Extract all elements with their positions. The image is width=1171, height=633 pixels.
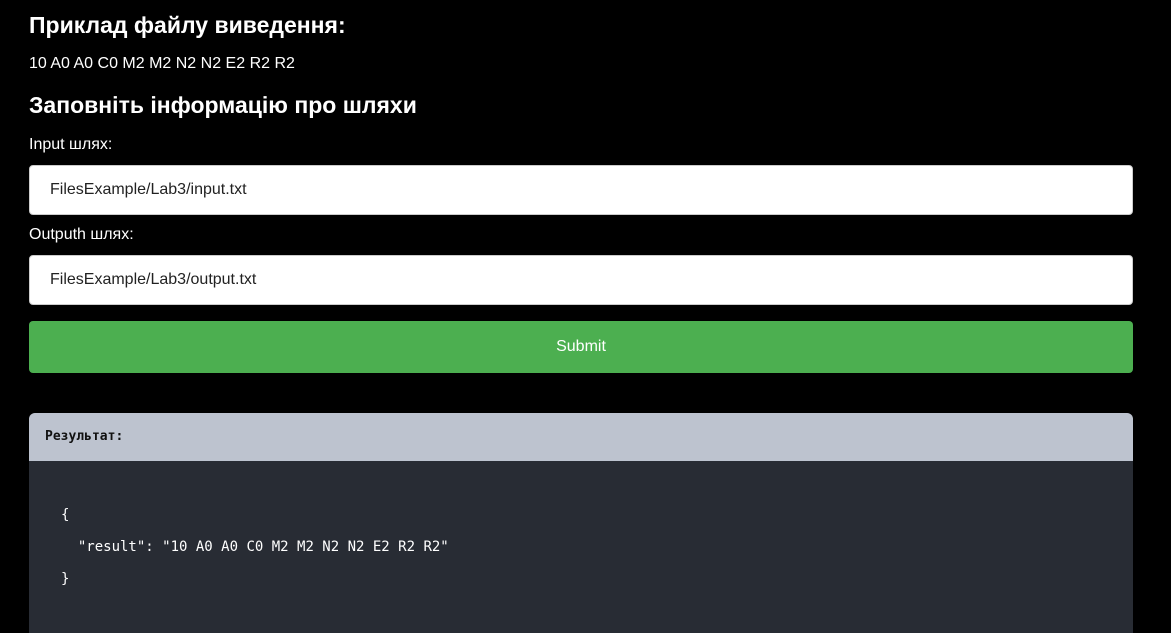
input-path-field[interactable] (29, 165, 1133, 215)
submit-button[interactable]: Submit (29, 321, 1133, 373)
page: Приклад файлу виведення: 10 A0 A0 C0 M2 … (0, 0, 1171, 633)
result-panel: Результат: { "result": "10 A0 A0 C0 M2 M… (29, 413, 1133, 633)
output-example-value: 10 A0 A0 C0 M2 M2 N2 N2 E2 R2 R2 (29, 55, 295, 72)
result-json: { "result": "10 A0 A0 C0 M2 M2 N2 N2 E2 … (29, 461, 1133, 595)
json-open-brace: { (61, 507, 70, 523)
output-path-label: Outputh шлях: (29, 226, 134, 243)
json-key: "result" (77, 539, 146, 555)
output-example-heading: Приклад файлу виведення: (29, 12, 346, 38)
json-close-brace: } (61, 571, 70, 587)
result-header: Результат: (29, 413, 1133, 461)
paths-heading: Заповніть інформацію про шляхи (29, 92, 417, 118)
output-path-field[interactable] (29, 255, 1133, 305)
input-path-label: Input шлях: (29, 136, 113, 153)
json-separator: : (145, 539, 163, 555)
json-value: "10 A0 A0 C0 M2 M2 N2 N2 E2 R2 R2" (162, 539, 449, 555)
